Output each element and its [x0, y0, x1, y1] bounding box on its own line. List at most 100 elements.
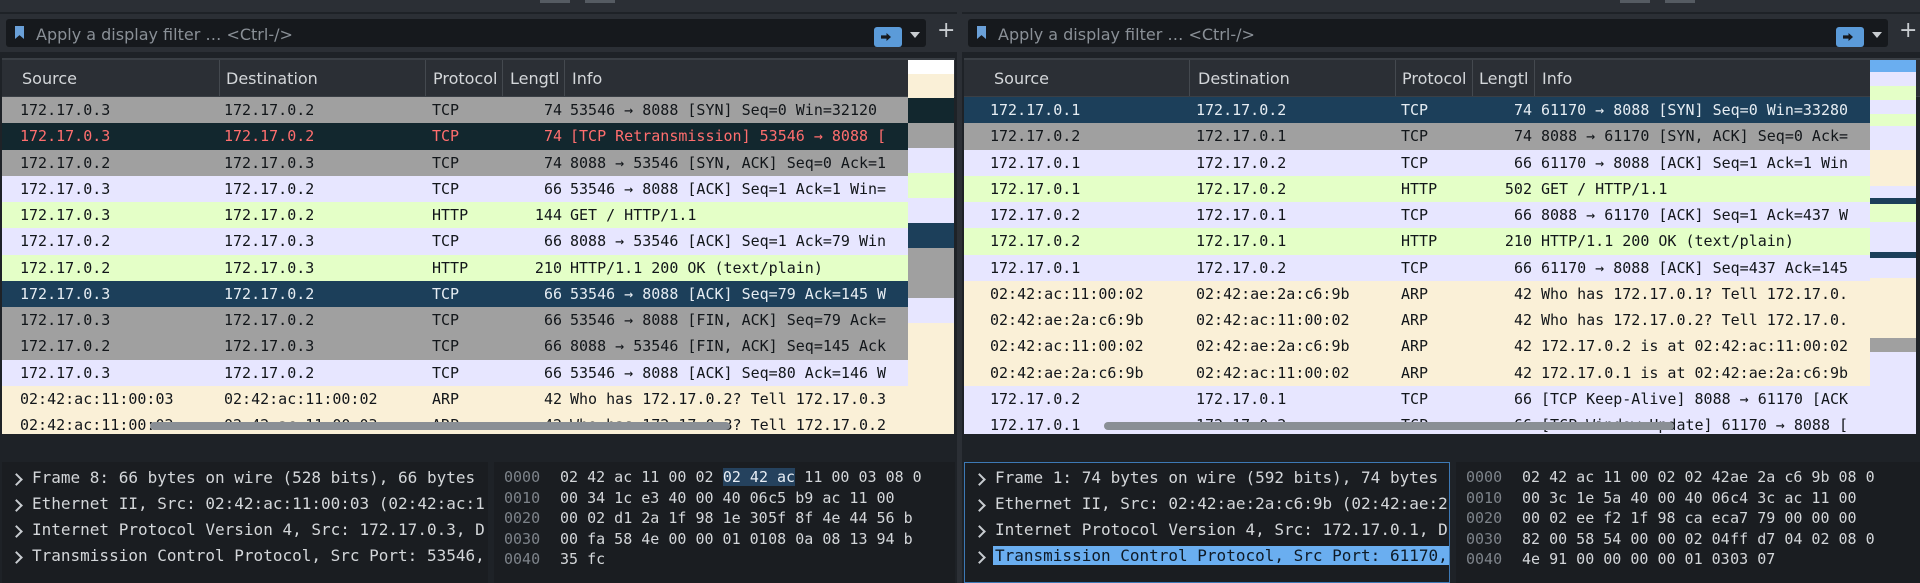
packet-row[interactable]: 172.17.0.3 172.17.0.2 TCP 66 53546 → 8088 [F… — [2, 307, 908, 334]
packet-row[interactable]: 172.17.0.2 172.17.0.3 TCP 66 8088 → 53546 [A… — [2, 228, 908, 255]
hex-row[interactable]: 0020 00 02 d1 2a 1f 98 1e 30 5f 8f 4e 44 … — [494, 507, 955, 528]
packet-details-tree[interactable]: Frame 8: 66 bytes on wire (528 bits), 66… — [2, 462, 488, 583]
packet-dst: 172.17.0.3 — [224, 153, 315, 172]
packet-row[interactable]: 172.17.0.2 172.17.0.1 TCP 74 8088 → 61170 [S… — [964, 123, 1870, 150]
chevron-right-icon[interactable] — [973, 499, 986, 512]
packet-row[interactable]: 172.17.0.3 172.17.0.2 HTTP 144 GET / HTTP/1.… — [2, 202, 908, 229]
col-info[interactable]: Info — [1542, 69, 1572, 88]
bookmark-icon[interactable] — [15, 26, 24, 39]
packet-row[interactable]: 172.17.0.2 172.17.0.1 HTTP 210 HTTP/1.1 200 … — [964, 228, 1870, 255]
packet-info: 61170 → 8088 [ACK] Seq=437 Ack=145 — [1541, 258, 1849, 277]
packet-info: 8088 → 61170 [ACK] Seq=1 Ack=437 W — [1541, 206, 1849, 224]
display-filter-input[interactable]: Apply a display filter … <Ctrl-/> — [968, 19, 1888, 47]
col-source[interactable]: Source — [22, 69, 77, 88]
col-source[interactable]: Source — [994, 69, 1049, 88]
col-destination[interactable]: Destination — [226, 69, 318, 88]
detail-tree-item[interactable]: Ethernet II, Src: 02:42:ae:2a:c6:9b (02:… — [965, 492, 1449, 518]
packet-list[interactable]: Source Destination Protocol Lengtl Info … — [2, 58, 955, 434]
detail-tree-item[interactable]: Frame 1: 74 bytes on wire (592 bits), 74… — [965, 466, 1449, 492]
hex-offset: 0010 — [504, 488, 541, 507]
packet-row[interactable]: 02:42:ac:11:00:02 02:42:ae:2a:c6:9b ARP 42 W… — [964, 280, 1870, 307]
chevron-down-icon[interactable] — [910, 32, 920, 38]
hex-row[interactable]: 0000 02 42 ac 11 00 02 02 42 ae 2a c6 9b … — [1456, 466, 1920, 487]
packet-row[interactable]: 172.17.0.2 172.17.0.3 HTTP 210 HTTP/1.1 200 … — [2, 254, 908, 281]
col-length[interactable]: Lengtl — [1479, 69, 1529, 88]
packet-row[interactable]: 172.17.0.3 172.17.0.2 TCP 74 [TCP Retransmis… — [2, 123, 908, 150]
hex-bytes: 4e 91 00 00 00 00 01 03 — [1522, 550, 1730, 568]
detail-tree-item[interactable]: Frame 8: 66 bytes on wire (528 bits), 66… — [2, 466, 488, 492]
packet-src: 172.17.0.3 — [20, 311, 111, 329]
packet-dst: 172.17.0.1 — [1196, 206, 1287, 224]
hex-row[interactable]: 0030 82 00 58 54 00 00 02 04 ff d7 04 02 … — [1456, 528, 1920, 549]
detail-tree-item[interactable]: Internet Protocol Version 4, Src: 172.17… — [2, 518, 488, 544]
chevron-right-icon[interactable] — [10, 551, 23, 564]
packet-bytes-view[interactable]: 0000 02 42 ac 11 00 02 02 42 ae 2a c6 9b … — [1456, 462, 1920, 583]
packet-src: 02:42:ac:11:00:02 — [990, 337, 1144, 356]
packet-row[interactable]: 02:42:ae:2a:c6:9b 02:42:ac:11:00:02 ARP 42 1… — [964, 359, 1870, 386]
col-destination[interactable]: Destination — [1198, 69, 1290, 88]
apply-filter-button[interactable] — [874, 27, 902, 47]
hex-row[interactable]: 0020 00 02 ee f2 1f 98 ca ec a7 79 00 00 … — [1456, 507, 1920, 528]
detail-label: Transmission Control Protocol, Src Port:… — [32, 546, 485, 565]
col-protocol[interactable]: Protocol — [433, 69, 497, 88]
detail-tree-item[interactable]: Transmission Control Protocol, Src Port:… — [965, 544, 1449, 570]
hex-bytes: 00 3c 1e 5a 40 00 40 06 — [1522, 488, 1730, 507]
chevron-right-icon[interactable] — [10, 473, 23, 486]
bookmark-icon[interactable] — [977, 26, 986, 39]
packet-row[interactable]: 172.17.0.1 172.17.0.2 TCP 66 61170 → 8088 [A… — [964, 149, 1870, 176]
packet-minimap[interactable] — [1870, 60, 1916, 434]
packet-proto: HTTP — [1401, 232, 1438, 251]
add-filter-button[interactable]: + — [1899, 19, 1917, 43]
packet-src: 172.17.0.1 — [990, 101, 1081, 119]
chevron-right-icon[interactable] — [973, 473, 986, 486]
packet-row[interactable]: 02:42:ac:11:00:02 02:42:ae:2a:c6:9b ARP 42 1… — [964, 333, 1870, 360]
hex-row[interactable]: 0000 02 42 ac 11 00 02 02 42 ac 11 00 03 0… — [494, 466, 955, 487]
packet-minimap[interactable] — [908, 60, 954, 434]
detail-tree-item[interactable]: Transmission Control Protocol, Src Port:… — [2, 544, 488, 570]
horizontal-scrollbar[interactable] — [150, 422, 730, 430]
packet-info: 53546 → 8088 [SYN] Seq=0 Win=32120 — [570, 101, 878, 119]
chevron-right-icon[interactable] — [973, 525, 986, 538]
packet-row[interactable]: 02:42:ae:2a:c6:9b 02:42:ac:11:00:02 ARP 42 W… — [964, 307, 1870, 334]
packet-src: 172.17.0.2 — [990, 389, 1081, 408]
detail-tree-item[interactable]: Internet Protocol Version 4, Src: 172.17… — [965, 518, 1449, 544]
horizontal-scrollbar[interactable] — [1104, 422, 1674, 430]
packet-proto: TCP — [432, 153, 460, 172]
hex-row[interactable]: 0010 00 34 1c e3 40 00 40 06 c5 b9 ac 11 … — [494, 487, 955, 508]
hex-row[interactable]: 0030 00 fa 58 4e 00 00 01 01 08 0a 08 13 … — [494, 528, 955, 549]
apply-filter-button[interactable] — [1836, 27, 1864, 47]
packet-list[interactable]: Source Destination Protocol Lengtl Info … — [964, 58, 1920, 434]
packet-info: GET / HTTP/1.1 — [1541, 179, 1668, 198]
packet-row[interactable]: 172.17.0.2 172.17.0.1 TCP 66 [TCP Keep-Alive… — [964, 385, 1870, 412]
packet-details-tree[interactable]: Frame 1: 74 bytes on wire (592 bits), 74… — [964, 462, 1450, 583]
chevron-right-icon[interactable] — [10, 499, 23, 512]
hex-row[interactable]: 0010 00 3c 1e 5a 40 00 40 06 c4 3c ac 11 … — [1456, 487, 1920, 508]
chevron-down-icon[interactable] — [1872, 32, 1882, 38]
packet-row[interactable]: 172.17.0.2 172.17.0.1 TCP 66 8088 → 61170 [A… — [964, 202, 1870, 229]
display-filter-input[interactable]: Apply a display filter … <Ctrl-/> — [6, 19, 926, 47]
packet-info: 172.17.0.1 is at 02:42:ae:2a:c6:9b — [1541, 363, 1849, 382]
packet-row[interactable]: 172.17.0.3 172.17.0.2 TCP 66 53546 → 8088 [A… — [2, 359, 908, 386]
col-info[interactable]: Info — [572, 69, 602, 88]
packet-src: 172.17.0.3 — [20, 284, 111, 303]
detail-label: Internet Protocol Version 4, Src: 172.17… — [995, 520, 1448, 539]
packet-row[interactable]: 172.17.0.3 172.17.0.2 TCP 66 53546 → 8088 [A… — [2, 175, 908, 202]
packet-row[interactable]: 172.17.0.2 172.17.0.3 TCP 74 8088 → 53546 [S… — [2, 149, 908, 176]
add-filter-button[interactable]: + — [937, 19, 955, 43]
hex-row[interactable]: 0040 35 fc — [494, 548, 955, 569]
col-length[interactable]: Lengtl — [510, 69, 560, 88]
col-protocol[interactable]: Protocol — [1402, 69, 1466, 88]
packet-row[interactable]: 172.17.0.3 172.17.0.2 TCP 74 53546 → 8088 [S… — [2, 97, 908, 124]
detail-tree-item[interactable]: Ethernet II, Src: 02:42:ac:11:00:03 (02:… — [2, 492, 488, 518]
packet-row[interactable]: 172.17.0.2 172.17.0.3 TCP 66 8088 → 53546 [F… — [2, 333, 908, 360]
packet-row[interactable]: 172.17.0.1 172.17.0.2 HTTP 502 GET / HTTP/1.… — [964, 175, 1870, 202]
hex-row[interactable]: 0040 4e 91 00 00 00 00 01 03 03 07 — [1456, 548, 1920, 569]
chevron-right-icon[interactable] — [973, 551, 986, 564]
chevron-right-icon[interactable] — [10, 525, 23, 538]
packet-row[interactable]: 02:42:ac:11:00:03 02:42:ac:11:00:02 ARP 42 W… — [2, 385, 908, 412]
packet-bytes-view[interactable]: 0000 02 42 ac 11 00 02 02 42 ac 11 00 03 0… — [494, 462, 955, 583]
packet-row[interactable]: 172.17.0.3 172.17.0.2 TCP 66 53546 → 8088 [A… — [2, 280, 908, 307]
packet-row[interactable]: 172.17.0.1 172.17.0.2 TCP 66 61170 → 8088 [A… — [964, 254, 1870, 281]
packet-rows: 172.17.0.3 172.17.0.2 TCP 74 53546 → 8088 [S… — [2, 97, 955, 434]
packet-row[interactable]: 172.17.0.1 172.17.0.2 TCP 74 61170 → 8088 [S… — [964, 97, 1870, 124]
